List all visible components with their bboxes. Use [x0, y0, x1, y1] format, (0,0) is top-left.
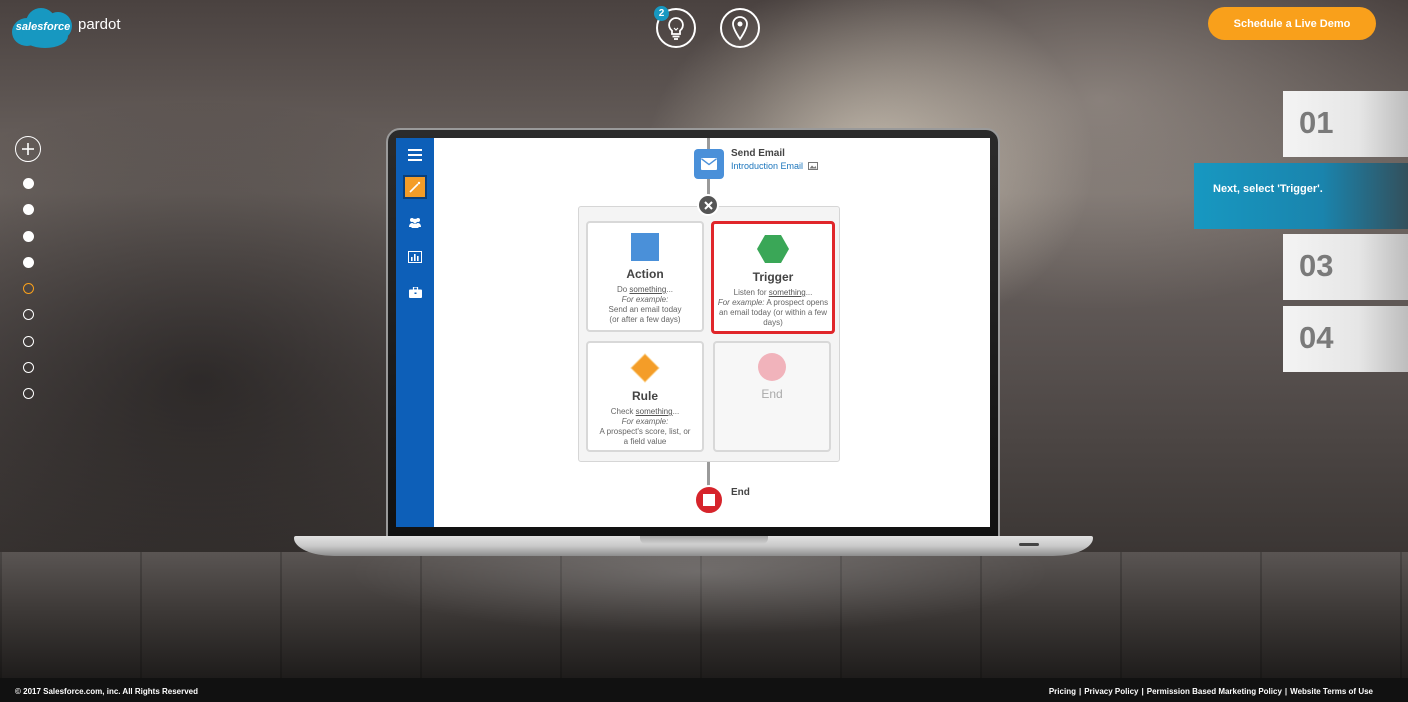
- action-description: Do something... For example: Send an ema…: [608, 285, 682, 324]
- nav-dot-6[interactable]: [23, 309, 34, 320]
- trigger-title: Trigger: [752, 270, 794, 284]
- close-picker-button[interactable]: [697, 194, 719, 216]
- step-tab-current-instruction: Next, select 'Trigger'.: [1194, 163, 1408, 229]
- salesforce-cloud-logo: salesforce: [12, 6, 74, 50]
- plus-icon: [22, 143, 34, 155]
- diamond-icon: [630, 353, 660, 383]
- trigger-card[interactable]: Trigger Listen for something... For exam…: [711, 221, 835, 334]
- footer-separator: |: [1141, 687, 1144, 696]
- sidebar-item-prospects[interactable]: [403, 210, 427, 234]
- step-tab-04[interactable]: 04: [1283, 306, 1408, 372]
- send-email-title: Send Email: [731, 148, 785, 159]
- sidebar-item-reports[interactable]: [403, 245, 427, 269]
- rule-description: Check something... For example: A prospe…: [599, 407, 691, 446]
- nav-dot-7[interactable]: [23, 336, 34, 347]
- copyright-text: © 2017 Salesforce.com, inc. All Rights R…: [15, 687, 199, 696]
- end-node-label: End: [731, 487, 750, 498]
- footer-link-marketing-policy[interactable]: Permission Based Marketing Policy: [1147, 687, 1282, 696]
- notification-badge: 2: [654, 6, 669, 21]
- connector-lower: [707, 462, 710, 486]
- nav-dot-1[interactable]: [23, 178, 34, 189]
- footer-link-privacy[interactable]: Privacy Policy: [1084, 687, 1138, 696]
- envelope-icon: [701, 158, 717, 170]
- nav-dot-2[interactable]: [23, 204, 34, 215]
- sidebar-item-tools[interactable]: [403, 280, 427, 304]
- hamburger-icon: [408, 149, 422, 161]
- background-floor: [0, 552, 1408, 678]
- trigger-description: Listen for something... For example: A p…: [717, 288, 829, 327]
- map-pin-icon: [732, 16, 748, 41]
- footer-links: Pricing | Privacy Policy | Permission Ba…: [1049, 687, 1373, 696]
- product-name: pardot: [78, 15, 121, 33]
- rule-card[interactable]: Rule Check something... For example: A p…: [586, 341, 704, 452]
- hexagon-icon: [757, 235, 789, 263]
- send-email-name: Introduction Email: [731, 161, 804, 171]
- expand-button[interactable]: [15, 136, 41, 162]
- action-title: Action: [626, 267, 664, 281]
- sidebar-item-automation[interactable]: [403, 175, 427, 199]
- connector-top: [707, 138, 710, 149]
- footer-separator: |: [1078, 687, 1082, 696]
- bar-chart-icon: [408, 251, 422, 263]
- laptop-notch: [640, 536, 768, 544]
- step-tab-01[interactable]: 01: [1283, 91, 1408, 157]
- step-type-picker: Action Do something... For example: Send…: [578, 206, 840, 462]
- schedule-demo-button[interactable]: Schedule a Live Demo: [1208, 7, 1376, 40]
- square-icon: [631, 233, 659, 261]
- nav-dot-9[interactable]: [23, 388, 34, 399]
- location-button[interactable]: [720, 8, 760, 48]
- send-email-node[interactable]: [694, 149, 724, 179]
- rule-title: Rule: [631, 389, 658, 403]
- close-icon: [703, 200, 713, 210]
- briefcase-icon: [408, 286, 422, 298]
- users-icon: [409, 217, 421, 228]
- footer: © 2017 Salesforce.com, inc. All Rights R…: [0, 678, 1408, 702]
- laptop-screen: Send Email Introduction Email Action Do …: [396, 138, 990, 527]
- nav-dot-8[interactable]: [23, 362, 34, 373]
- stop-icon: [703, 494, 715, 506]
- end-node[interactable]: [694, 485, 724, 515]
- cloud-label: salesforce: [15, 21, 71, 33]
- send-email-link[interactable]: Introduction Email: [731, 161, 819, 171]
- end-card[interactable]: End: [713, 341, 831, 452]
- nav-dot-4[interactable]: [23, 257, 34, 268]
- app-sidebar: [396, 138, 434, 527]
- laptop-indicator: [1019, 543, 1039, 546]
- lightbulb-icon: [668, 17, 684, 40]
- magic-wand-icon: [409, 181, 421, 193]
- nav-dot-5-current[interactable]: [23, 283, 34, 294]
- action-card[interactable]: Action Do something... For example: Send…: [586, 221, 704, 332]
- nav-dot-3[interactable]: [23, 231, 34, 242]
- footer-separator: |: [1284, 687, 1288, 696]
- footer-link-pricing[interactable]: Pricing: [1049, 687, 1076, 696]
- step-tab-03[interactable]: 03: [1283, 234, 1408, 300]
- end-card-title: End: [761, 387, 783, 401]
- brand-logo[interactable]: salesforce pardot: [12, 6, 121, 50]
- circle-icon: [758, 353, 786, 381]
- tips-button[interactable]: 2: [654, 6, 696, 48]
- sidebar-menu-button[interactable]: [403, 143, 427, 167]
- image-icon: [808, 162, 819, 170]
- footer-link-terms[interactable]: Website Terms of Use: [1290, 687, 1373, 696]
